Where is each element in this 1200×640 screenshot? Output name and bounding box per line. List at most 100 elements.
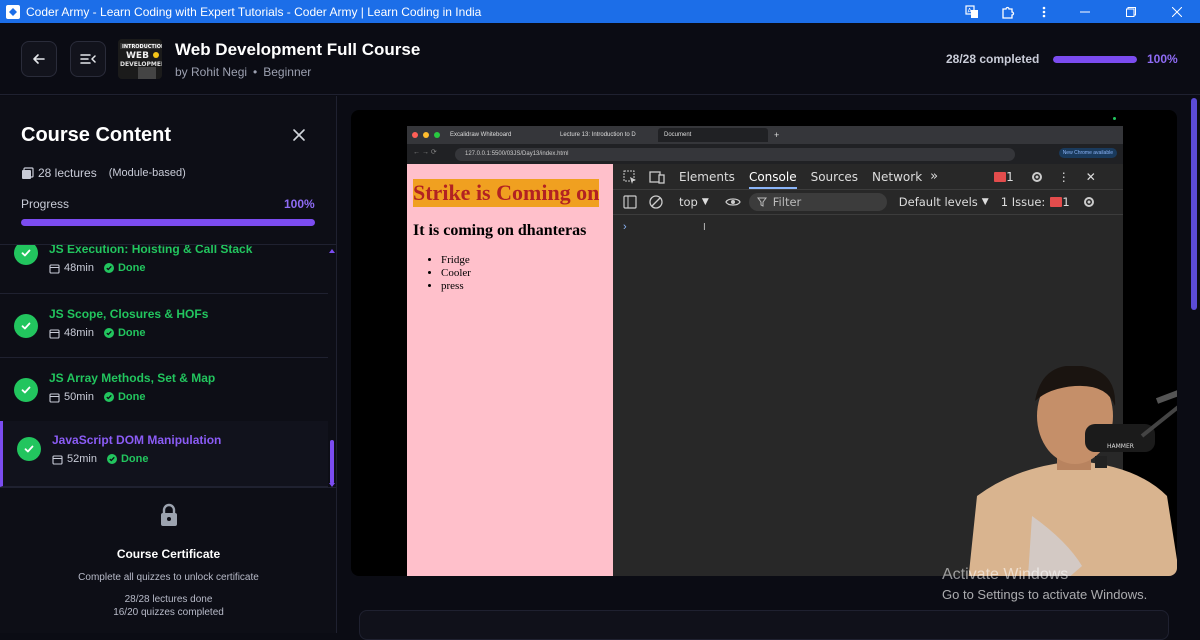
- inspect-icon: [623, 170, 636, 184]
- completion-count: 28/28 completed: [946, 52, 1040, 66]
- toggle-sidebar-button[interactable]: [70, 41, 106, 77]
- done-icon: [103, 328, 114, 338]
- new-tab-icon: +: [774, 130, 780, 140]
- console-prompt-icon: ›: [623, 221, 627, 233]
- app-logo-icon: [6, 4, 20, 19]
- back-button[interactable]: [21, 41, 57, 77]
- lecture-count: 28 lectures: [38, 166, 97, 180]
- check-circle-icon: [14, 314, 38, 338]
- activate-windows-title: Activate Windows: [942, 566, 1069, 583]
- levels-selector: Default levels: [898, 195, 978, 209]
- new-chrome-badge: New Chrome available: [1058, 148, 1117, 158]
- console-settings-icon: [1083, 197, 1094, 207]
- eye-icon: [725, 198, 741, 206]
- course-author: by Rohit Negi: [175, 65, 248, 79]
- lesson-status: Done: [103, 391, 146, 403]
- page-list: Fridge Cooler press: [441, 254, 471, 293]
- window-titlebar: Coder Army - Learn Coding with Expert Tu…: [0, 0, 1200, 23]
- lesson-duration: 52min: [67, 453, 97, 465]
- issue-count: 1: [1062, 195, 1070, 209]
- kebab-menu-icon: ⋮: [1057, 169, 1070, 184]
- activate-windows-subtitle: Go to Settings to activate Windows.: [942, 587, 1148, 602]
- text-cursor-icon: I: [703, 222, 706, 233]
- more-tabs-icon: »: [930, 169, 939, 184]
- lesson-item[interactable]: JS Scope, Closures & HOFs 48min Done: [0, 295, 328, 358]
- lesson-status-label: Done: [117, 327, 146, 339]
- devtools-tab-network: Network: [872, 169, 923, 184]
- check-circle-icon: [17, 437, 41, 461]
- header-progress-bar: [1053, 56, 1137, 63]
- lesson-status: Done: [103, 262, 145, 274]
- svg-text:HAMMER: HAMMER: [1107, 443, 1134, 450]
- device-toolbar-icon: [649, 170, 665, 184]
- lesson-duration: 48min: [64, 327, 94, 339]
- video-tab: Document: [658, 128, 768, 142]
- rendered-page: Strike is Coming on It is coming on dhan…: [407, 164, 613, 576]
- traffic-light-icon: [423, 132, 429, 138]
- arrow-left-icon: [33, 54, 45, 64]
- video-url: 127.0.0.1:5500/03JS/Day13/index.html: [455, 147, 1015, 161]
- course-meta: by Rohit Negi • Beginner: [175, 65, 311, 79]
- calendar-icon: [52, 454, 63, 465]
- scroll-down-icon[interactable]: [328, 482, 336, 488]
- video-browser-tabs: Excalidraw Whiteboard Lecture 13: Introd…: [407, 126, 1123, 144]
- error-icon: [994, 171, 1007, 182]
- lesson-title: JS Scope, Closures & HOFs: [49, 307, 209, 321]
- sidebar-progress-fill: [21, 219, 315, 226]
- status-dot: [1113, 117, 1116, 120]
- error-counter: 1: [994, 170, 1014, 184]
- page-list-item: Fridge: [441, 254, 471, 267]
- window-title: Coder Army - Learn Coding with Expert Tu…: [26, 4, 482, 19]
- lectures-icon: [22, 166, 34, 179]
- lesson-status: Done: [103, 327, 146, 339]
- lesson-duration: 48min: [64, 262, 94, 274]
- lesson-status-label: Done: [117, 391, 146, 403]
- lesson-item-active[interactable]: JavaScript DOM Manipulation 52min Done: [0, 421, 328, 487]
- certificate-description: Complete all quizzes to unlock certifica…: [78, 572, 259, 583]
- svg-text:WEB: WEB: [126, 51, 149, 61]
- nav-arrows-icon: ← → ⟳: [413, 149, 437, 156]
- lesson-meta: 48min Done: [49, 327, 145, 339]
- extensions-icon[interactable]: [990, 0, 1026, 23]
- lesson-duration: 50min: [64, 391, 94, 403]
- page-list-item: press: [441, 280, 471, 293]
- video-address-bar: ← → ⟳ 127.0.0.1:5500/03JS/Day13/index.ht…: [407, 144, 1123, 164]
- svg-text:DEVELOPMENT: DEVELOPMENT: [120, 61, 162, 68]
- lesson-title: JS Execution: Hoisting & Call Stack: [49, 244, 253, 256]
- lesson-meta: 48min Done: [49, 262, 145, 274]
- menu-icon[interactable]: [1026, 0, 1062, 23]
- lesson-title: JavaScript DOM Manipulation: [52, 433, 222, 447]
- page-heading2: It is coming on dhanteras: [413, 222, 587, 239]
- check-circle-icon: [14, 245, 38, 265]
- clear-console-icon: [649, 195, 663, 209]
- done-icon: [103, 263, 114, 273]
- course-header: INTRODUCTION TO WEB DEVELOPMENT Web Deve…: [0, 23, 1200, 95]
- close-icon[interactable]: [1154, 0, 1200, 23]
- lesson-list-scrollbar[interactable]: [330, 440, 334, 484]
- meta-separator: •: [253, 65, 258, 79]
- lectures-done: 28/28 lectures done: [124, 594, 213, 605]
- video-player[interactable]: Excalidraw Whiteboard Lecture 13: Introd…: [351, 110, 1177, 576]
- close-sidebar-icon[interactable]: [290, 126, 308, 144]
- page-list-item: Cooler: [441, 267, 471, 280]
- video-browser-window: Excalidraw Whiteboard Lecture 13: Introd…: [407, 126, 1177, 576]
- calendar-icon: [49, 328, 60, 339]
- lesson-list: JS Execution: Hoisting & Call Stack 48mi…: [0, 244, 337, 488]
- done-icon: [106, 454, 117, 464]
- lesson-item[interactable]: JS Array Methods, Set & Map 50min Done: [0, 359, 328, 422]
- maximize-icon[interactable]: [1108, 0, 1154, 23]
- scroll-up-icon[interactable]: [328, 248, 336, 254]
- main-scrollbar[interactable]: [1191, 98, 1197, 310]
- sidebar-collapse-icon: [80, 54, 96, 64]
- course-title: Web Development Full Course: [175, 40, 421, 59]
- devtools-tab-elements: Elements: [679, 169, 735, 184]
- sidebar-title: Course Content: [21, 124, 171, 146]
- devtools-tab-sources: Sources: [810, 169, 859, 184]
- lesson-details-card: [359, 610, 1169, 640]
- lesson-item[interactable]: JS Execution: Hoisting & Call Stack 48mi…: [0, 244, 328, 294]
- dropdown-caret-icon: ▼: [701, 197, 709, 207]
- minimize-icon[interactable]: [1062, 0, 1108, 23]
- translate-icon[interactable]: A: [954, 0, 990, 23]
- lesson-status: Done: [106, 453, 148, 465]
- lesson-meta: 50min Done: [49, 391, 145, 403]
